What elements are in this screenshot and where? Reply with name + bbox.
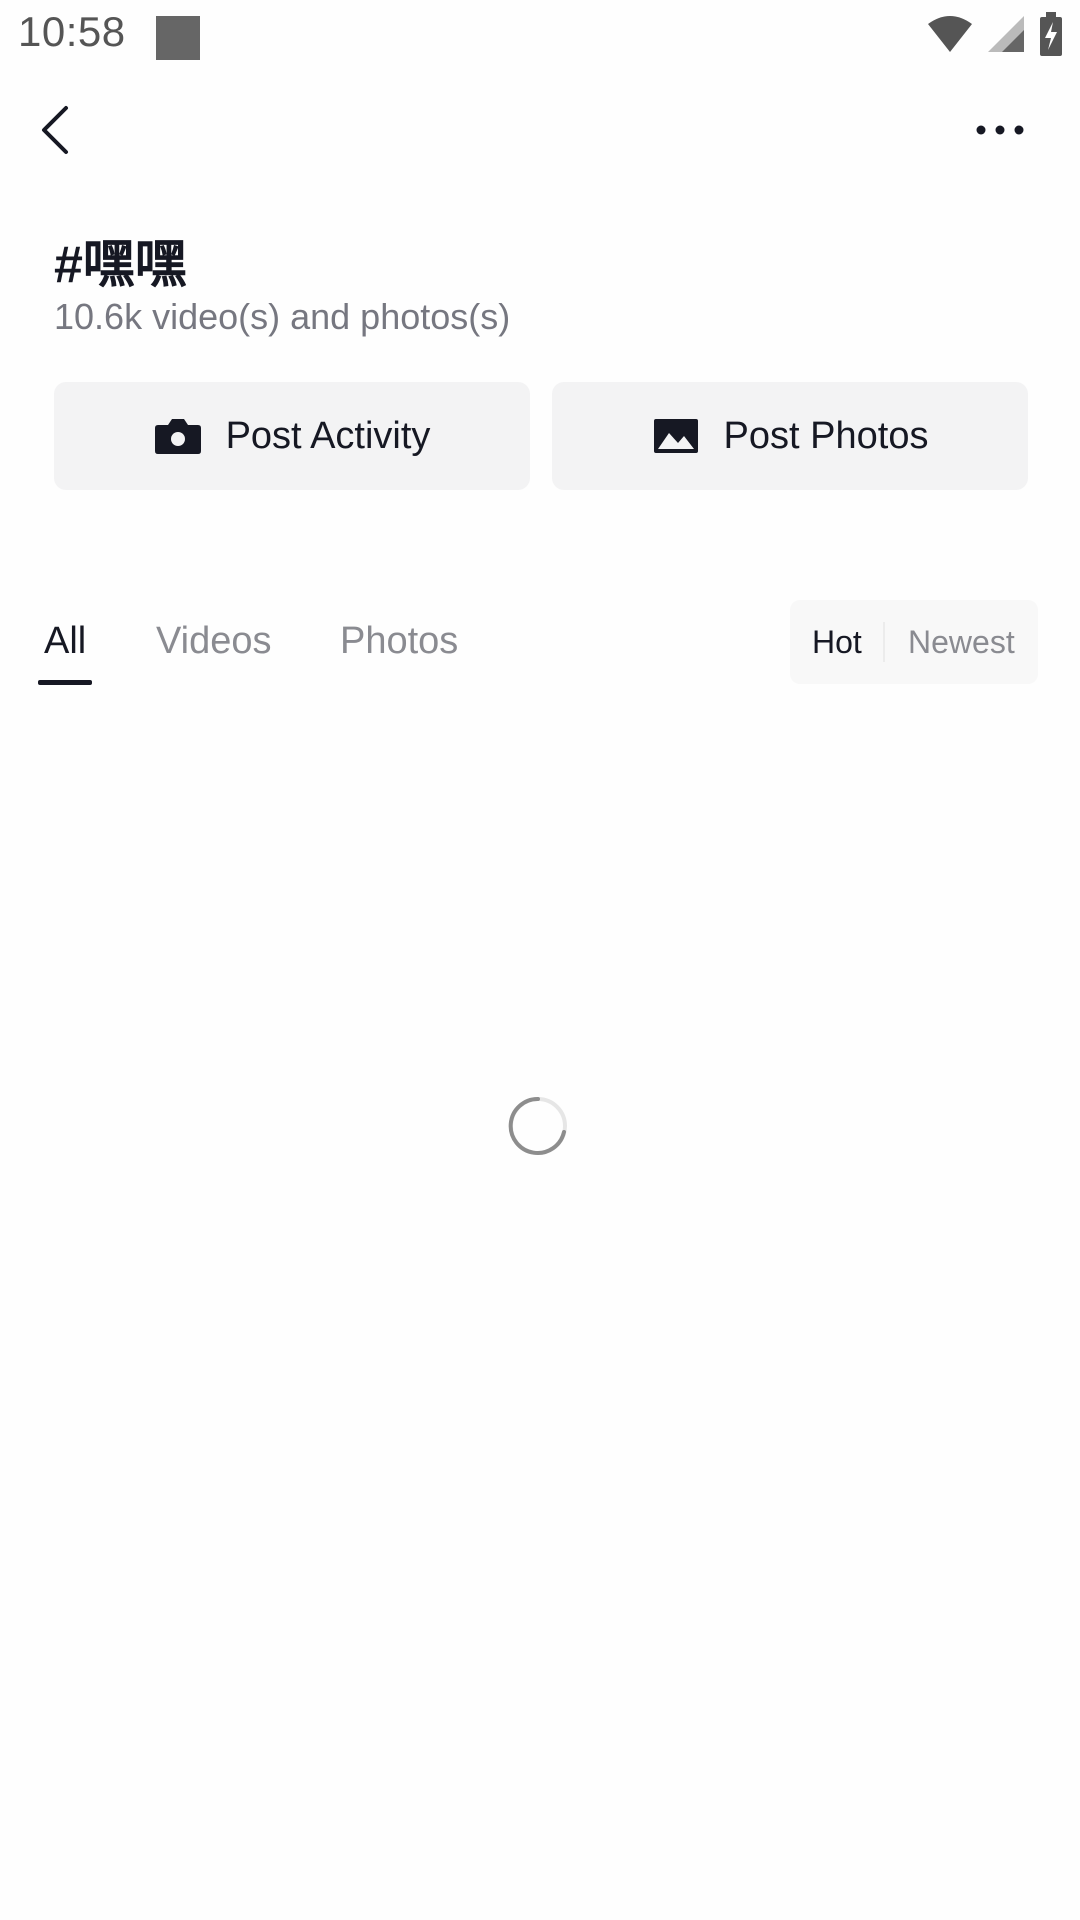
status-time: 10:58 bbox=[18, 8, 126, 55]
hashtag-title: #嘿嘿 bbox=[54, 236, 187, 294]
camera-icon bbox=[154, 419, 201, 454]
chevron-left-icon bbox=[42, 106, 68, 154]
image-icon bbox=[653, 419, 698, 453]
post-activity-button[interactable]: Post Activity bbox=[54, 382, 530, 490]
back-button[interactable] bbox=[30, 100, 80, 160]
status-bar: 10:58 bbox=[0, 0, 1080, 80]
post-photos-label: Post Photos bbox=[723, 414, 929, 457]
top-nav bbox=[0, 90, 1080, 170]
post-photos-button[interactable]: Post Photos bbox=[552, 382, 1028, 490]
content-tabs: All Videos Photos bbox=[0, 600, 780, 690]
tab-all[interactable]: All bbox=[44, 620, 86, 663]
sort-divider bbox=[883, 622, 885, 662]
notification-icon bbox=[156, 16, 200, 60]
more-horizontal-icon bbox=[976, 125, 1024, 135]
post-activity-label: Post Activity bbox=[225, 414, 431, 457]
active-tab-indicator bbox=[38, 680, 92, 685]
battery-charging-icon bbox=[1038, 11, 1064, 61]
loading-spinner-icon bbox=[506, 1094, 570, 1158]
sort-hot-option[interactable]: Hot bbox=[812, 624, 862, 661]
tab-videos[interactable]: Videos bbox=[156, 620, 272, 663]
sort-toggle: Hot Newest bbox=[790, 600, 1038, 684]
more-options-button[interactable] bbox=[970, 100, 1030, 160]
video-photo-count: 10.6k video(s) and photos(s) bbox=[54, 296, 511, 337]
sort-newest-option[interactable]: Newest bbox=[908, 624, 1015, 661]
tab-photos[interactable]: Photos bbox=[340, 620, 458, 663]
signal-icon bbox=[986, 14, 1026, 59]
wifi-icon bbox=[926, 14, 974, 59]
status-icons bbox=[926, 11, 1064, 61]
